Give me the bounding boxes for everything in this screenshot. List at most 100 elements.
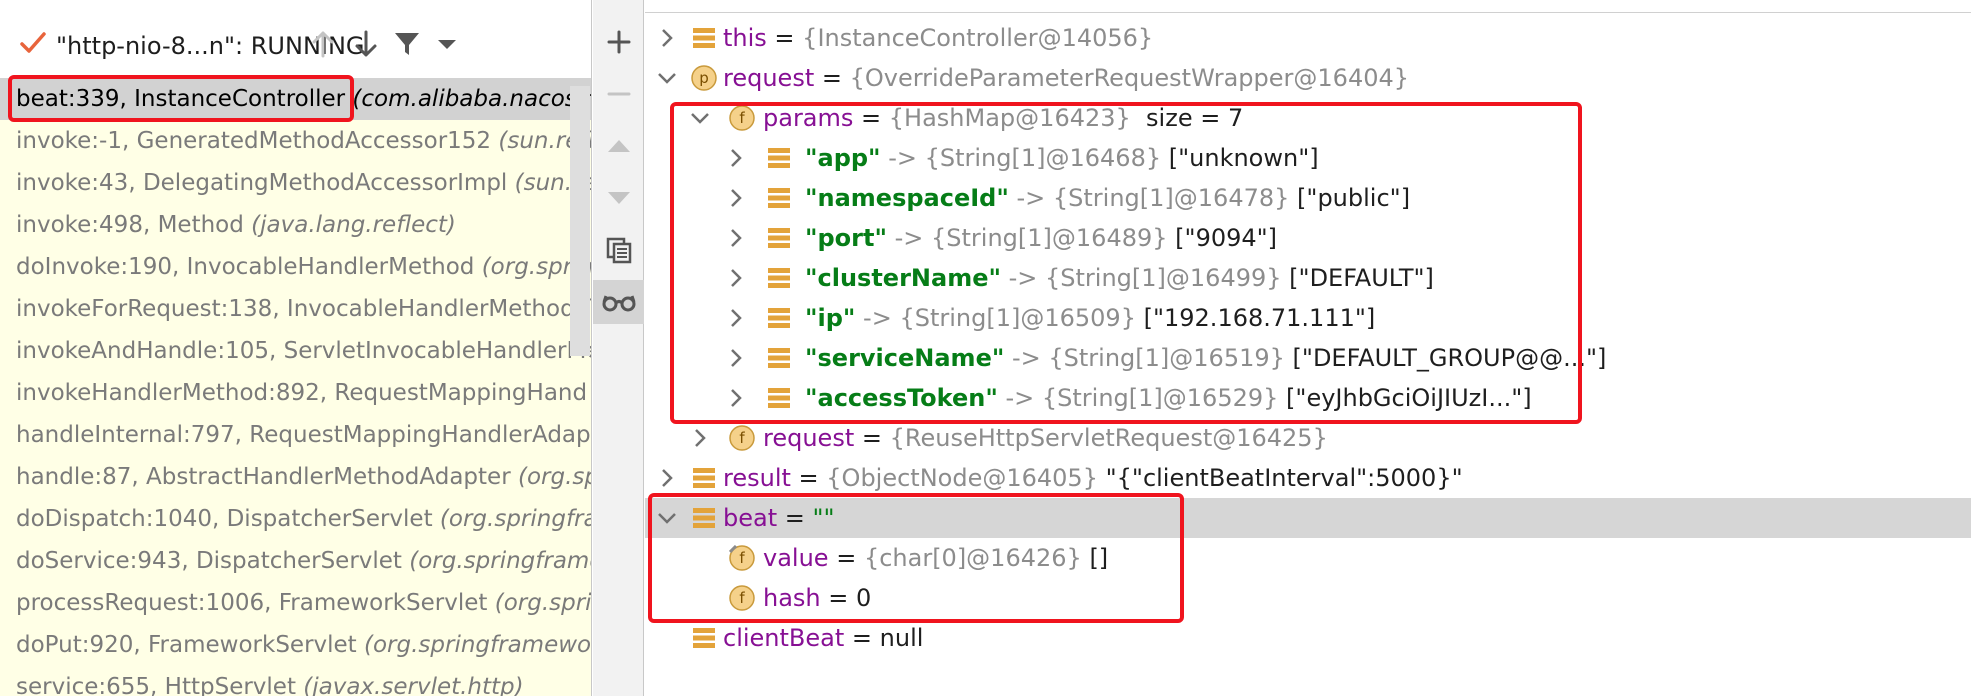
frame-item[interactable]: invoke:-1, GeneratedMethodAccessor152 (s… bbox=[0, 120, 591, 162]
frame-item[interactable]: invokeForRequest:138, InvocableHandlerMe… bbox=[0, 288, 591, 330]
variable-name: this bbox=[723, 24, 767, 52]
copy-button[interactable] bbox=[593, 228, 644, 272]
add-watch-button[interactable] bbox=[593, 20, 644, 64]
variable-row-result[interactable]: result = {ObjectNode@16405} "{"clientBea… bbox=[645, 458, 1971, 498]
chevron-right-icon[interactable] bbox=[724, 346, 748, 370]
dropdown-caret-icon[interactable] bbox=[430, 26, 464, 62]
variable-row-request[interactable]: p request = {OverrideParameterRequestWra… bbox=[645, 58, 1971, 98]
variable-row-clientbeat[interactable]: clientBeat = null bbox=[645, 618, 1971, 658]
variable-type: {String[1]@16519} bbox=[1048, 344, 1285, 372]
move-up-button[interactable] bbox=[593, 124, 644, 168]
map-entry-row[interactable]: "ip" -> {String[1]@16509} ["192.168.71.1… bbox=[645, 298, 1971, 338]
chevron-right-icon[interactable] bbox=[724, 146, 748, 170]
equals-sign: = bbox=[814, 64, 850, 92]
variable-row-beat[interactable]: beat = "" bbox=[645, 498, 1971, 538]
field-icon: f bbox=[729, 585, 755, 611]
frame-item[interactable]: invokeAndHandle:105, ServletInvocableHan… bbox=[0, 330, 591, 372]
frame-method: service:655, HttpServlet bbox=[16, 674, 296, 696]
map-arrow: -> bbox=[1008, 184, 1053, 212]
chevron-down-icon[interactable] bbox=[655, 66, 679, 90]
chevron-right-icon[interactable] bbox=[655, 26, 679, 50]
frame-package: (org.springframe bbox=[409, 548, 592, 574]
frame-method: handle:87, AbstractHandlerMethodAdapter bbox=[16, 464, 511, 490]
chevron-right-icon[interactable] bbox=[724, 386, 748, 410]
map-entry-row[interactable]: "port" -> {String[1]@16489} ["9094"] bbox=[645, 218, 1971, 258]
move-down-button[interactable] bbox=[593, 176, 644, 220]
chevron-right-icon[interactable] bbox=[724, 226, 748, 250]
variable-type: {String[1]@16529} bbox=[1041, 384, 1279, 412]
chevron-right-icon[interactable] bbox=[724, 266, 748, 290]
variable-value: null bbox=[879, 624, 924, 652]
variable-icon bbox=[693, 628, 715, 648]
frame-item[interactable]: doInvoke:190, InvocableHandlerMethod (or… bbox=[0, 246, 591, 288]
variable-value: ["eyJhbGciOiJIUzI..."] bbox=[1278, 384, 1532, 412]
parameter-icon-letter: p bbox=[699, 69, 709, 87]
frame-item[interactable]: processRequest:1006, FrameworkServlet (o… bbox=[0, 582, 591, 624]
chevron-right-icon[interactable] bbox=[655, 466, 679, 490]
arrow-down-icon[interactable] bbox=[349, 26, 383, 62]
frame-item[interactable]: invoke:43, DelegatingMethodAccessorImpl … bbox=[0, 162, 591, 204]
map-arrow: -> bbox=[886, 224, 932, 252]
frame-package: (org.sp bbox=[517, 464, 592, 490]
variable-row-params[interactable]: f params = {HashMap@16423} size = 7 bbox=[645, 98, 1971, 138]
field-icon-letter: f bbox=[739, 549, 745, 567]
frame-package: (org.springframewor bbox=[364, 632, 592, 658]
chevron-right-icon[interactable] bbox=[724, 186, 748, 210]
variable-name: params bbox=[763, 104, 854, 132]
filter-icon[interactable] bbox=[390, 26, 424, 62]
frame-item[interactable]: invoke:498, Method (java.lang.reflect) bbox=[0, 204, 591, 246]
remove-watch-button[interactable] bbox=[593, 72, 644, 116]
minus-icon bbox=[607, 92, 630, 96]
variable-row-inner-request[interactable]: f request = {ReuseHttpServletRequest@164… bbox=[645, 418, 1971, 458]
variable-row-beat-value[interactable]: f value = {char[0]@16426} [] bbox=[645, 538, 1971, 578]
frame-method: invoke:-1, GeneratedMethodAccessor152 bbox=[16, 128, 492, 154]
variable-row-beat-hash[interactable]: f hash = 0 bbox=[645, 578, 1971, 618]
view-as-button[interactable] bbox=[593, 280, 644, 324]
frame-item[interactable]: handle:87, AbstractHandlerMethodAdapter … bbox=[0, 456, 592, 498]
frame-method: invokeHandlerMethod:892, RequestMappingH… bbox=[16, 380, 588, 406]
chevron-down-icon[interactable] bbox=[688, 106, 712, 130]
frame-method: beat:339, InstanceController bbox=[16, 86, 346, 112]
map-entry-row[interactable]: "namespaceId" -> {String[1]@16478} ["pub… bbox=[645, 178, 1971, 218]
variable-type: {OverrideParameterRequestWrapper@16404} bbox=[849, 64, 1410, 92]
chevron-right-icon[interactable] bbox=[724, 306, 748, 330]
map-entry-row[interactable]: "serviceName" -> {String[1]@16519} ["DEF… bbox=[645, 338, 1971, 378]
glasses-icon bbox=[602, 295, 635, 312]
map-key: "accessToken" bbox=[805, 384, 998, 412]
frame-package: (org.springfram bbox=[439, 506, 591, 532]
frame-package: (javax.servlet.http) bbox=[303, 674, 524, 696]
variable-type: {String[1]@16509} bbox=[899, 304, 1136, 332]
chevron-right-icon[interactable] bbox=[688, 426, 712, 450]
triangle-up-icon bbox=[607, 140, 630, 152]
arrow-up-icon[interactable] bbox=[306, 26, 340, 62]
frame-method: invoke:43, DelegatingMethodAccessorImpl bbox=[16, 170, 508, 196]
map-key: "port" bbox=[805, 224, 887, 252]
field-icon: f bbox=[729, 425, 755, 451]
variable-type: {HashMap@16423} bbox=[888, 104, 1131, 132]
map-key: "app" bbox=[805, 144, 881, 172]
variable-type: {String[1]@16499} bbox=[1045, 264, 1282, 292]
frame-item[interactable]: doDispatch:1040, DispatcherServlet (org.… bbox=[0, 498, 591, 540]
variable-type: {ReuseHttpServletRequest@16425} bbox=[889, 424, 1328, 452]
variable-icon bbox=[768, 148, 790, 168]
map-entry-row[interactable]: "clusterName" -> {String[1]@16499} ["DEF… bbox=[645, 258, 1971, 298]
frame-item[interactable]: doService:943, DispatcherServlet (org.sp… bbox=[0, 540, 592, 582]
parameter-icon: p bbox=[691, 65, 717, 91]
variable-icon bbox=[693, 468, 715, 488]
map-entry-row[interactable]: "app" -> {String[1]@16468} ["unknown"] bbox=[645, 138, 1971, 178]
frame-item[interactable]: doPut:920, FrameworkServlet (org.springf… bbox=[0, 624, 592, 666]
frame-item[interactable]: beat:339, InstanceController (com.alibab… bbox=[0, 78, 591, 120]
frame-method: invoke:498, Method bbox=[16, 212, 244, 238]
frame-item[interactable]: invokeHandlerMethod:892, RequestMappingH… bbox=[0, 372, 591, 414]
frame-item[interactable]: service:655, HttpServlet (javax.servlet.… bbox=[0, 666, 591, 696]
variable-row-this[interactable]: this = {InstanceController@14056} bbox=[645, 18, 1971, 58]
chevron-down-icon[interactable] bbox=[655, 506, 679, 530]
map-entry-row[interactable]: "accessToken" -> {String[1]@16529} ["eyJ… bbox=[645, 378, 1971, 418]
frames-header: "http-nio-8...n": RUNNING bbox=[0, 0, 591, 86]
variable-name: request bbox=[723, 64, 815, 92]
frame-method: invokeForRequest:138, InvocableHandlerMe… bbox=[16, 296, 575, 322]
variable-icon bbox=[768, 308, 790, 328]
frames-scrollbar[interactable] bbox=[570, 86, 590, 356]
variables-toolbar bbox=[593, 0, 644, 696]
frame-item[interactable]: handleInternal:797, RequestMappingHandle… bbox=[0, 414, 591, 456]
